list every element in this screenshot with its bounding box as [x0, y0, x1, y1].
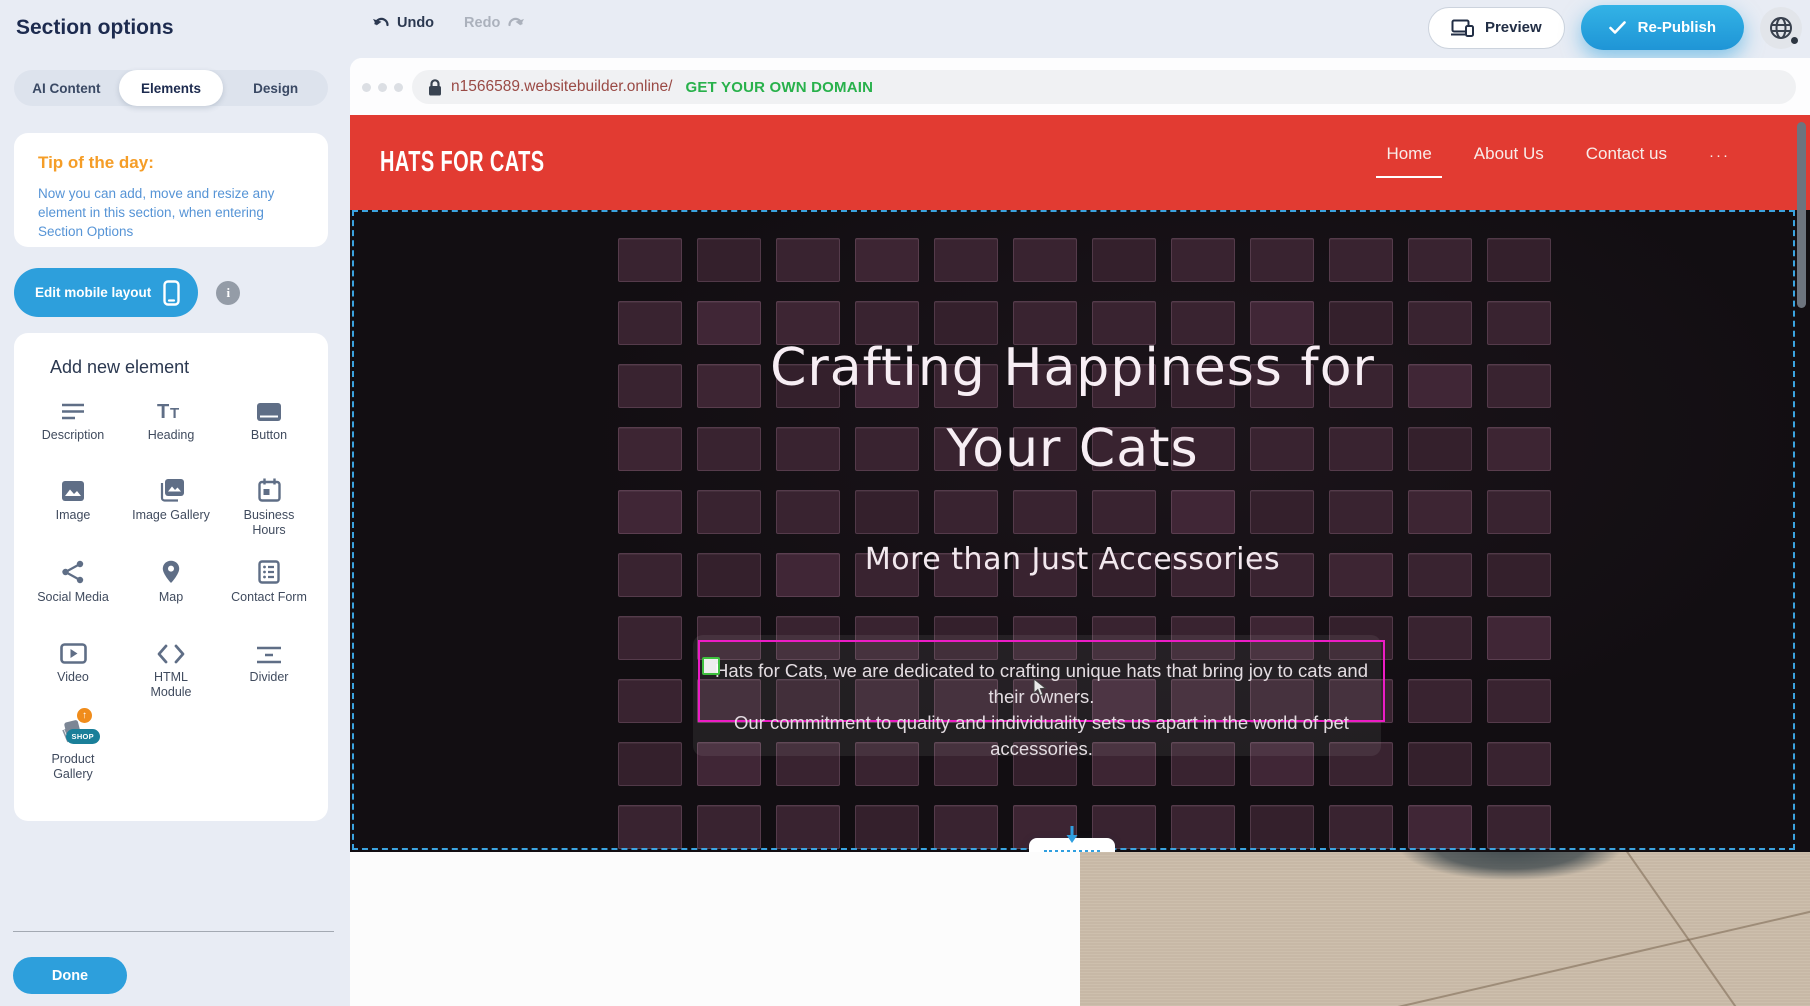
- panel-tabs: AI Content Elements Design: [14, 70, 328, 106]
- get-domain-link[interactable]: GET YOUR OWN DOMAIN: [685, 79, 873, 96]
- section-resize-handle[interactable]: [1029, 838, 1115, 852]
- page-title: Section options: [16, 16, 174, 40]
- element-video[interactable]: Video: [24, 634, 122, 700]
- add-element-title: Add new element: [50, 357, 318, 378]
- hero-subheading[interactable]: More than Just Accessories: [350, 542, 1795, 577]
- undo-label: Undo: [397, 15, 434, 31]
- arrow-down-icon: [1065, 826, 1079, 844]
- tip-title: Tip of the day:: [38, 153, 304, 173]
- social-media-icon: [61, 554, 85, 584]
- upgrade-arrow-icon: ↑: [77, 708, 92, 723]
- nav-contact-us[interactable]: Contact us: [1586, 144, 1667, 166]
- product-gallery-icon: SHOP ↑: [60, 716, 86, 746]
- site-nav: Home About Us Contact us ···: [1386, 144, 1730, 166]
- devices-icon: [1451, 19, 1475, 37]
- selection-drag-handle[interactable]: [702, 657, 720, 675]
- image-gallery-icon: [158, 472, 185, 502]
- floor-photo: [1080, 852, 1810, 1006]
- nav-about-us[interactable]: About Us: [1474, 144, 1544, 166]
- element-heading[interactable]: TT Heading: [122, 392, 220, 456]
- edit-mobile-row: Edit mobile layout i: [14, 268, 240, 317]
- divider-icon: [256, 634, 282, 664]
- info-icon[interactable]: i: [216, 281, 240, 305]
- svg-text:T: T: [157, 401, 169, 422]
- tile-grout-line: [1595, 852, 1746, 1006]
- add-element-panel: Add new element Description TT Heading: [14, 333, 328, 821]
- tab-elements[interactable]: Elements: [119, 70, 224, 106]
- element-product-gallery[interactable]: SHOP ↑ Product Gallery: [24, 716, 122, 782]
- republish-button[interactable]: Re-Publish: [1581, 5, 1744, 50]
- site-viewport: HATS FOR CATS Home About Us Contact us ·…: [350, 115, 1810, 1006]
- element-html-module[interactable]: HTML Module: [122, 634, 220, 700]
- element-image-gallery[interactable]: Image Gallery: [122, 472, 220, 538]
- description-icon: [60, 392, 86, 422]
- site-header[interactable]: HATS FOR CATS Home About Us Contact us ·…: [350, 115, 1810, 210]
- sidebar-divider: [13, 931, 334, 932]
- redo-button[interactable]: Redo: [464, 15, 525, 31]
- section-options-sidebar: AI Content Elements Design Tip of the da…: [0, 58, 350, 1006]
- tile-grout-line: [1298, 885, 1810, 1006]
- svg-text:T: T: [170, 405, 179, 422]
- redo-icon: [507, 16, 525, 30]
- hero-section[interactable]: Crafting Happiness forYour Cats More tha…: [350, 210, 1810, 852]
- check-icon: [1609, 21, 1626, 34]
- contact-form-icon: [258, 554, 280, 584]
- next-section-background: [350, 852, 1080, 1006]
- undo-button[interactable]: Undo: [372, 15, 434, 31]
- element-description[interactable]: Description: [24, 392, 122, 456]
- hero-heading[interactable]: Crafting Happiness forYour Cats: [350, 328, 1795, 490]
- done-button[interactable]: Done: [13, 957, 127, 994]
- url-bar[interactable]: n1566589.websitebuilder.online/ GET YOUR…: [412, 70, 1796, 104]
- nav-more-menu[interactable]: ···: [1709, 147, 1730, 164]
- element-business-hours[interactable]: Business Hours: [220, 472, 318, 538]
- element-divider[interactable]: Divider: [220, 634, 318, 700]
- html-module-icon: [157, 634, 185, 664]
- image-icon: [61, 472, 85, 502]
- preview-canvas: n1566589.websitebuilder.online/ GET YOUR…: [350, 58, 1810, 1006]
- map-icon: [162, 554, 180, 584]
- tab-ai-content[interactable]: AI Content: [14, 70, 119, 106]
- tip-card: Tip of the day: Now you can add, move an…: [14, 133, 328, 247]
- lock-icon: [428, 79, 442, 96]
- redo-label: Redo: [464, 15, 500, 31]
- element-grid: Description TT Heading Button: [24, 392, 318, 782]
- next-section[interactable]: [350, 852, 1810, 1006]
- edit-mobile-label: Edit mobile layout: [35, 285, 151, 300]
- hero-body-text: Hats for Cats, we are dedicated to craft…: [700, 658, 1383, 762]
- tab-design[interactable]: Design: [223, 70, 328, 106]
- phone-icon: [163, 280, 180, 306]
- undo-icon: [372, 16, 390, 30]
- element-button[interactable]: Button: [220, 392, 318, 456]
- tip-body: Now you can add, move and resize any ele…: [38, 184, 288, 241]
- element-social-media[interactable]: Social Media: [24, 554, 122, 618]
- edit-mobile-layout-button[interactable]: Edit mobile layout: [14, 268, 198, 317]
- site-logo[interactable]: HATS FOR CATS: [380, 146, 544, 179]
- republish-label: Re-Publish: [1638, 19, 1716, 36]
- hero-overlay: Crafting Happiness forYour Cats More tha…: [350, 210, 1795, 852]
- heading-icon: TT: [157, 392, 185, 422]
- browser-chrome: n1566589.websitebuilder.online/ GET YOUR…: [350, 58, 1810, 115]
- globe-notification-dot: [1791, 37, 1798, 44]
- language-globe-button[interactable]: [1760, 7, 1802, 49]
- element-image[interactable]: Image: [24, 472, 122, 538]
- element-map[interactable]: Map: [122, 554, 220, 618]
- nav-home[interactable]: Home: [1386, 144, 1431, 166]
- button-icon: [256, 392, 282, 422]
- window-controls: [362, 83, 403, 92]
- site-url: n1566589.websitebuilder.online/: [451, 78, 672, 96]
- shop-badge: SHOP: [66, 729, 100, 744]
- preview-label: Preview: [1485, 19, 1542, 36]
- preview-button[interactable]: Preview: [1428, 7, 1565, 49]
- app-root: Section options Undo Redo Preview: [0, 0, 1810, 1006]
- business-hours-icon: [258, 472, 281, 502]
- undo-redo-group: Undo Redo: [372, 15, 525, 31]
- mouse-cursor: [1033, 678, 1047, 697]
- video-icon: [60, 634, 87, 664]
- top-bar: Section options Undo Redo Preview: [0, 0, 1810, 58]
- element-contact-form[interactable]: Contact Form: [220, 554, 318, 618]
- top-right-actions: Preview Re-Publish: [1428, 5, 1802, 50]
- globe-icon: [1768, 15, 1794, 41]
- scrollbar-thumb[interactable]: [1797, 122, 1806, 308]
